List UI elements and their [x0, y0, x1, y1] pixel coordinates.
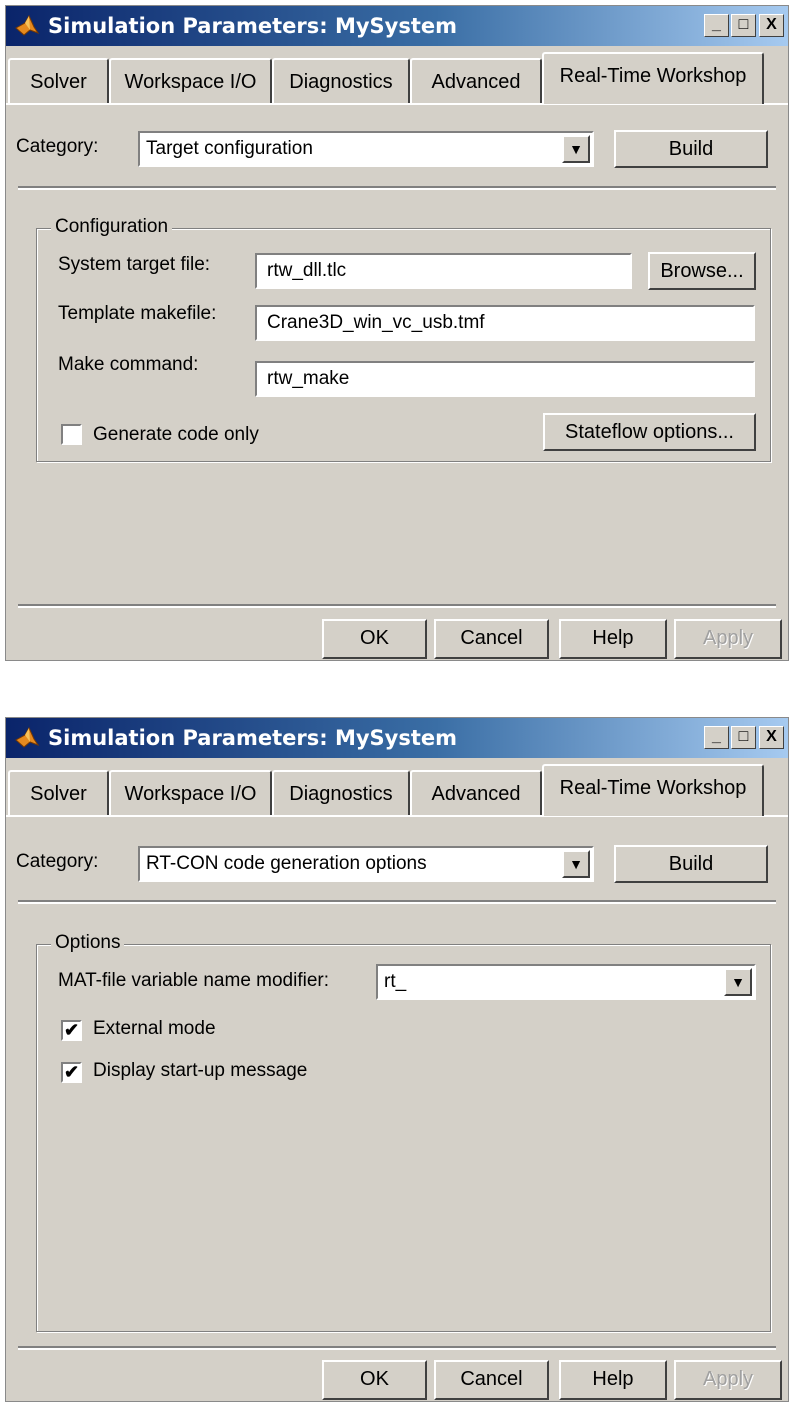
tab-real-time-workshop[interactable]: Real-Time Workshop [542, 764, 764, 816]
tab-advanced[interactable]: Advanced [410, 58, 542, 104]
mat-file-modifier-label: MAT-file variable name modifier: [58, 970, 330, 991]
external-mode-label: External mode [93, 1018, 216, 1039]
bottom-separator [18, 604, 776, 608]
external-mode-checkbox[interactable]: ✔ [61, 1020, 82, 1041]
tab-workspace-io[interactable]: Workspace I/O [109, 58, 272, 104]
ok-button[interactable]: OK [322, 1360, 427, 1400]
system-target-field[interactable]: rtw_dll.tlc [255, 253, 632, 289]
category-value: Target configuration [146, 138, 313, 159]
category-label: Category: [16, 851, 99, 872]
generate-code-only-label: Generate code only [93, 424, 259, 445]
maximize-button[interactable]: □ [731, 14, 756, 37]
tab-diagnostics[interactable]: Diagnostics [272, 58, 410, 104]
build-button[interactable]: Build [614, 845, 768, 883]
make-command-field[interactable]: rtw_make [255, 361, 755, 397]
chevron-down-icon[interactable]: ▼ [562, 850, 590, 878]
stateflow-options-button[interactable]: Stateflow options... [543, 413, 756, 451]
group-title: Options [51, 932, 125, 954]
system-target-label: System target file: [58, 254, 211, 275]
minimize-button[interactable]: _ [704, 14, 729, 37]
matlab-logo-icon [15, 726, 40, 748]
category-value: RT-CON code generation options [146, 853, 427, 874]
cancel-button[interactable]: Cancel [434, 619, 549, 659]
generate-code-only-checkbox[interactable] [61, 424, 82, 445]
window-title: Simulation Parameters: MySystem [48, 14, 458, 38]
bottom-separator [18, 1346, 776, 1350]
title-bar[interactable]: Simulation Parameters: MySystem _ □ X [6, 6, 788, 46]
help-button[interactable]: Help [559, 619, 667, 659]
make-command-label: Make command: [58, 354, 199, 375]
tab-solver[interactable]: Solver [8, 58, 109, 104]
group-title: Configuration [51, 216, 173, 238]
category-separator [18, 186, 776, 190]
tab-diagnostics[interactable]: Diagnostics [272, 770, 410, 816]
checkmark-icon: ✔ [63, 1020, 80, 1040]
cancel-button[interactable]: Cancel [434, 1360, 549, 1400]
tab-real-time-workshop[interactable]: Real-Time Workshop [542, 52, 764, 104]
tab-advanced[interactable]: Advanced [410, 770, 542, 816]
apply-button: Apply [674, 619, 782, 659]
browse-button[interactable]: Browse... [648, 252, 756, 290]
template-makefile-field[interactable]: Crane3D_win_vc_usb.tmf [255, 305, 755, 341]
category-dropdown[interactable]: RT-CON code generation options ▼ [138, 846, 594, 882]
checkmark-icon: ✔ [63, 1062, 80, 1082]
chevron-down-icon[interactable]: ▼ [562, 135, 590, 163]
maximize-button[interactable]: □ [731, 726, 756, 749]
mat-file-modifier-dropdown[interactable]: rt_ ▼ [376, 964, 756, 1000]
window-title: Simulation Parameters: MySystem [48, 726, 458, 750]
build-button[interactable]: Build [614, 130, 768, 168]
options-group: Options [36, 932, 771, 1332]
tab-solver[interactable]: Solver [8, 770, 109, 816]
close-button[interactable]: X [759, 14, 784, 37]
category-dropdown[interactable]: Target configuration ▼ [138, 131, 594, 167]
template-makefile-label: Template makefile: [58, 303, 217, 324]
apply-button: Apply [674, 1360, 782, 1400]
minimize-button[interactable]: _ [704, 726, 729, 749]
matlab-logo-icon [15, 14, 40, 36]
dialog-rtcon-options: Simulation Parameters: MySystem _ □ X So… [5, 717, 789, 1402]
title-bar[interactable]: Simulation Parameters: MySystem _ □ X [6, 718, 788, 758]
tab-workspace-io[interactable]: Workspace I/O [109, 770, 272, 816]
category-label: Category: [16, 136, 99, 157]
help-button[interactable]: Help [559, 1360, 667, 1400]
chevron-down-icon[interactable]: ▼ [724, 968, 752, 996]
dialog-target-configuration: Simulation Parameters: MySystem _ □ X So… [5, 5, 789, 661]
category-separator [18, 900, 776, 904]
close-button[interactable]: X [759, 726, 784, 749]
ok-button[interactable]: OK [322, 619, 427, 659]
mat-file-modifier-value: rt_ [384, 971, 407, 992]
display-startup-message-label: Display start-up message [93, 1060, 308, 1081]
display-startup-message-checkbox[interactable]: ✔ [61, 1062, 82, 1083]
